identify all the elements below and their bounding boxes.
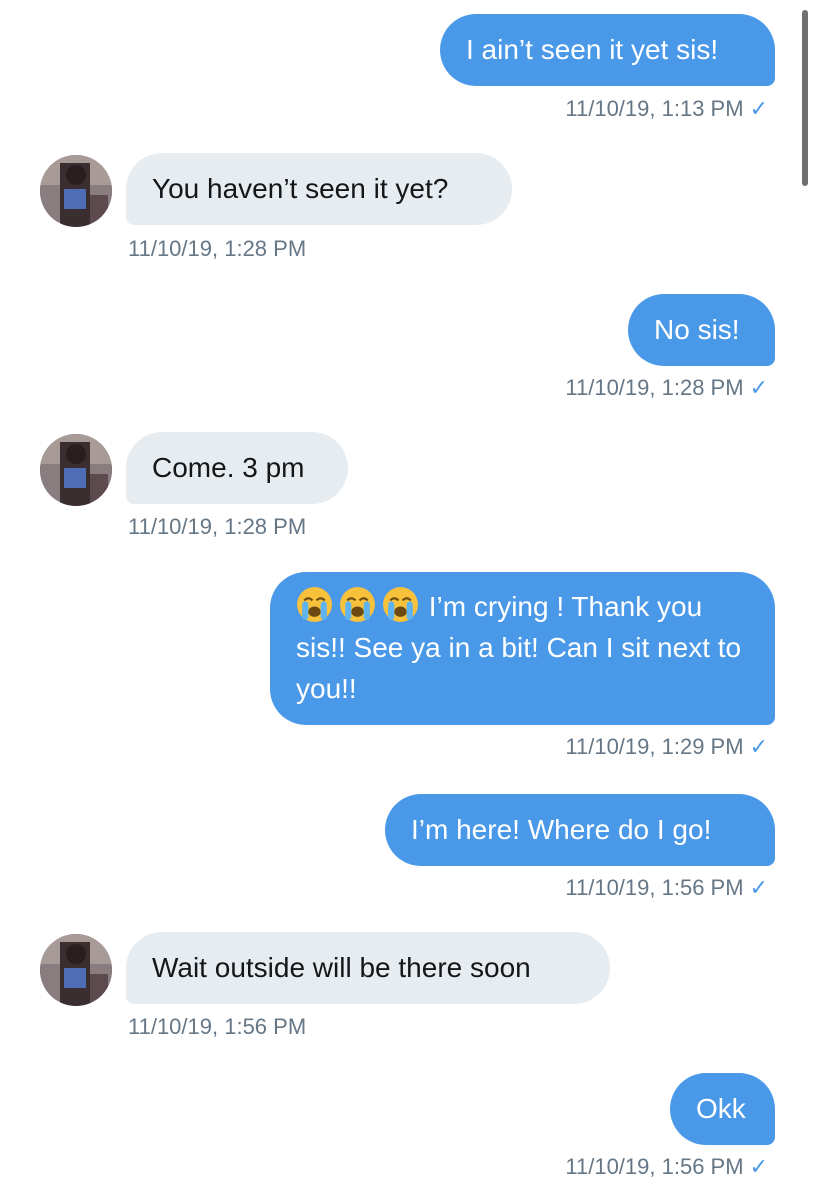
message-text: I’m here! Where do I go! bbox=[411, 814, 712, 845]
sent-message-bubble[interactable]: I’m here! Where do I go! bbox=[385, 794, 775, 866]
received-message-bubble[interactable]: Come. 3 pm bbox=[126, 432, 348, 504]
message-timestamp: 11/10/19, 1:56 PM bbox=[565, 875, 744, 900]
message-text: You haven’t seen it yet? bbox=[152, 173, 449, 204]
message-meta: 11/10/19, 1:56 PM ✓ bbox=[565, 1154, 768, 1180]
message-timestamp: 11/10/19, 1:28 PM bbox=[128, 514, 307, 539]
checkmark-icon: ✓ bbox=[749, 96, 768, 121]
avatar[interactable] bbox=[40, 934, 112, 1006]
checkmark-icon: ✓ bbox=[749, 734, 768, 759]
message-meta: 11/10/19, 1:29 PM ✓ bbox=[565, 734, 768, 760]
received-message-bubble[interactable]: You haven’t seen it yet? bbox=[126, 153, 512, 225]
message-meta: 11/10/19, 1:13 PM ✓ bbox=[565, 96, 768, 122]
avatar[interactable] bbox=[40, 155, 112, 227]
message-timestamp: 11/10/19, 1:28 PM bbox=[128, 236, 307, 261]
message-timestamp: 11/10/19, 1:13 PM bbox=[565, 96, 744, 121]
message-thread: I ain’t seen it yet sis! 11/10/19, 1:13 … bbox=[0, 0, 814, 1200]
avatar[interactable] bbox=[40, 434, 112, 506]
sent-message-bubble[interactable]: Okk bbox=[670, 1073, 775, 1145]
scrollbar[interactable] bbox=[802, 10, 808, 186]
message-meta: 11/10/19, 1:56 PM ✓ bbox=[565, 875, 768, 901]
sent-message-bubble[interactable]: I ain’t seen it yet sis! bbox=[440, 14, 775, 86]
message-timestamp: 11/10/19, 1:29 PM bbox=[565, 734, 744, 759]
message-text: Wait outside will be there soon bbox=[152, 952, 531, 983]
checkmark-icon: ✓ bbox=[749, 875, 768, 900]
sent-message-bubble[interactable]: No sis! bbox=[628, 294, 775, 366]
message-text: I ain’t seen it yet sis! bbox=[466, 34, 719, 65]
message-timestamp: 11/10/19, 1:56 PM bbox=[565, 1154, 744, 1179]
received-message-bubble[interactable]: Wait outside will be there soon bbox=[126, 932, 610, 1004]
message-timestamp: 11/10/19, 1:28 PM bbox=[565, 375, 744, 400]
checkmark-icon: ✓ bbox=[749, 1154, 768, 1179]
crying-emoji-icon bbox=[296, 587, 429, 622]
message-text: Okk bbox=[696, 1093, 746, 1124]
message-text: No sis! bbox=[654, 314, 740, 345]
message-meta: 11/10/19, 1:28 PM ✓ bbox=[565, 375, 768, 401]
checkmark-icon: ✓ bbox=[749, 375, 768, 400]
sent-message-bubble[interactable]: I’m crying ! Thank you sis!! See ya in a… bbox=[270, 572, 775, 725]
message-text: Come. 3 pm bbox=[152, 452, 305, 483]
message-timestamp: 11/10/19, 1:56 PM bbox=[128, 1014, 307, 1039]
